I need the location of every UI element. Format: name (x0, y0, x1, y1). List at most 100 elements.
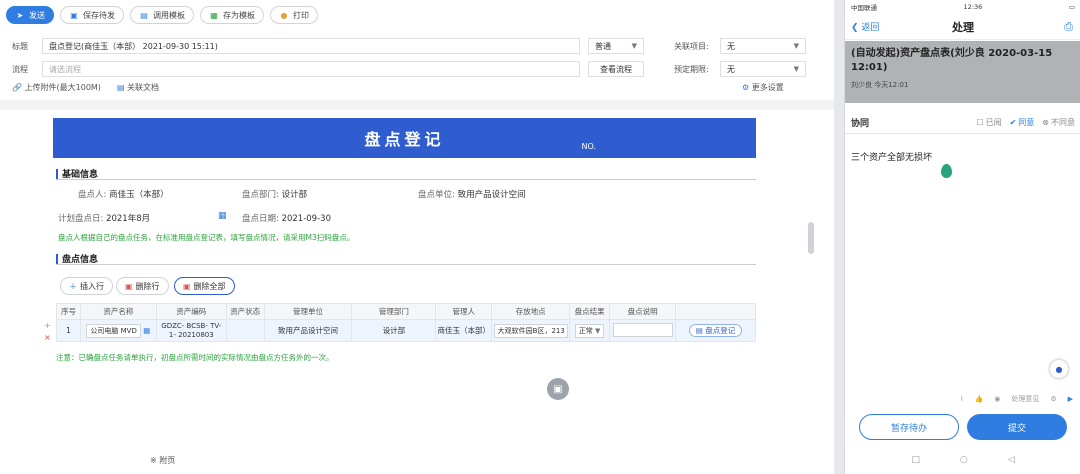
flow-label: 流程 (12, 64, 28, 74)
tab-disagree[interactable]: ⊗ 不同意 (1042, 117, 1075, 128)
doc-header: (自动发起)资产盘点表(刘少良 2020-03-15 12:01) 刘少良 今天… (845, 41, 1080, 103)
clock: 12:36 (963, 3, 983, 11)
comment-tools: ⌇ 👍 ◉ 处理意见 ⚙ ▶ (845, 392, 1080, 406)
inventory-unit: 盘点单位: 致用产品设计空间 (418, 190, 526, 200)
inventory-person: 盘点人: 商佳玉（本部） (78, 190, 169, 200)
insert-row-button[interactable]: ＋插入行 (60, 277, 113, 295)
chevron-down-icon: ▼ (595, 326, 601, 335)
deadline-select[interactable]: 无 ▼ (720, 61, 806, 77)
remove-row-icon[interactable]: × (44, 332, 51, 344)
cell-manager: 商佳玉（本部） (435, 319, 493, 342)
cell-result: 正常 ▼ (569, 319, 611, 342)
flow-input[interactable]: 请选流程 (42, 61, 580, 77)
floating-action-icon[interactable]: ▣ (547, 378, 569, 400)
chevron-left-icon: ❮ (851, 23, 859, 33)
view-flow-button[interactable]: 查看流程 (588, 61, 644, 77)
x-circle-icon: ⊗ (1042, 118, 1049, 127)
trash-icon: ▣ (183, 281, 191, 291)
result-select[interactable]: 正常 ▼ (574, 323, 605, 338)
chevron-down-icon: ▼ (793, 65, 799, 73)
inventory-register-button[interactable]: ▤ 盘点登记 (688, 324, 743, 337)
related-doc-link[interactable]: ▤ 关联文档 (117, 82, 159, 93)
print-button[interactable]: ● 打印 (270, 6, 318, 24)
opinion-tool[interactable]: 处理意见 (1011, 394, 1039, 404)
template-icon: ▤ (140, 10, 148, 20)
call-template-button[interactable]: ▤ 调用模板 (130, 6, 194, 24)
plus-icon: ＋ (69, 281, 77, 291)
form-title: 盘点登记 NO. (53, 118, 756, 158)
more-settings-link[interactable]: ⚙ 更多设置 (742, 82, 784, 93)
asset-name-input[interactable]: 公司电脑 MVD (86, 323, 141, 338)
panel-divider (834, 0, 844, 474)
submit-button[interactable]: 提交 (967, 414, 1067, 440)
title-row: 标题 盘点登记(商佳玉（本部） 2021-09-30 15:11) 普通 ▼ 关联… (12, 38, 806, 54)
mobile-nav: ❮ 返回 处理 ⎙ (845, 14, 1080, 40)
trash-icon: ▣ (125, 281, 133, 291)
col-mgmt-unit: 管理单位 (263, 303, 353, 320)
comment-text[interactable]: 三个资产全部无损坏 (851, 150, 932, 163)
print-icon[interactable]: ⎙ (1064, 20, 1073, 34)
opinion-label: 协同 (851, 119, 870, 129)
save-as-template-button[interactable]: ▦ 存为模板 (200, 6, 264, 24)
delete-all-button[interactable]: ▣ 删除全部 (174, 277, 235, 295)
desktop-form-panel: ➤ 发送 ▣ 保存待发 ▤ 调用模板 ▦ 存为模板 ● 打印 标题 盘点登记(商佳玉（本部… (0, 0, 834, 474)
hold-button[interactable]: 暂存待办 (859, 414, 959, 440)
title-label: 标题 (12, 41, 28, 51)
attachment-page-link[interactable]: ※ 附页 (150, 455, 175, 466)
mobile-panel: 中国联通 12:36 ▭ ❮ 返回 处理 ⎙ (自动发起)资产盘点表(刘少良 2… (844, 0, 1080, 474)
action-buttons: 暂存待办 提交 (845, 414, 1080, 440)
inventory-table: 序号 资产名称 资产编码 资产状态 管理单位 管理部门 管理人 存放地点 盘点结… (56, 303, 756, 342)
cell-location: 大观软件园B区，213 (491, 319, 571, 342)
location-input[interactable]: 大观软件园B区，213 (493, 323, 568, 338)
form-hint: 盘点人根据自己的盘点任务，在标准用盘点登记表，填写盘点情况，请采用M3扫码盘点。 (58, 233, 355, 242)
type-select[interactable]: 普通 ▼ (588, 38, 644, 54)
play-icon[interactable]: ▶ (1068, 395, 1073, 403)
cell-mgmt-unit: 致用产品设计空间 (263, 319, 353, 342)
attach-row: 🔗 上传附件(最大100M) ▤ 关联文档 (12, 82, 159, 93)
carrier: 中国联通 (851, 4, 877, 12)
cell-action: ▤ 盘点登记 (675, 319, 756, 342)
thumb-icon[interactable]: 👍 (975, 395, 984, 403)
doc-title: (自动发起)资产盘点表(刘少良 2020-03-15 12:01) (851, 48, 1053, 73)
doc-meta: 刘少良 今天12:01 (851, 81, 909, 89)
upload-attachment-link[interactable]: 🔗 上传附件(最大100M) (12, 82, 101, 93)
back-button[interactable]: ❮ 返回 (851, 20, 879, 33)
actual-time: 盘点日期: 2021-09-30 (242, 214, 331, 224)
row-controls: + × (44, 320, 51, 344)
plan-time: 计划盘点日: 2021年8月 (58, 214, 151, 224)
assistant-icon[interactable]: ● (1050, 360, 1068, 378)
add-row-icon[interactable]: + (44, 320, 51, 332)
settings-icon[interactable]: ⚙ (1050, 395, 1056, 403)
checkbox-icon: ☐ (976, 118, 984, 127)
table-note: 注意：已确盘点任务请单执行，初盘点所需时间的实际情况由盘点方任务外的一次。 (56, 353, 334, 362)
col-action (675, 303, 756, 320)
calendar-icon[interactable]: ▦ (218, 211, 227, 221)
chevron-down-icon: ▼ (631, 42, 637, 50)
paperclip-icon: 🔗 (12, 83, 22, 92)
triangle-back-icon[interactable]: ◁ (1008, 455, 1015, 465)
toolbar: ➤ 发送 ▣ 保存待发 ▤ 调用模板 ▦ 存为模板 ● 打印 (6, 6, 318, 26)
tab-agree[interactable]: ✔ 同意 (1010, 117, 1035, 128)
save-icon: ▣ (70, 10, 78, 20)
col-mgmt-dept: 管理部门 (351, 303, 437, 320)
system-nav-bar: □ ○ ◁ (845, 449, 1080, 471)
print-icon: ● (280, 10, 288, 20)
form-number: NO. (581, 142, 597, 151)
title-input[interactable]: 盘点登记(商佳玉（本部） 2021-09-30 15:11) (42, 38, 580, 54)
remark-input[interactable] (612, 322, 673, 337)
section-separator (0, 100, 834, 110)
col-asset-code: 资产编码 (155, 303, 227, 320)
scrollbar[interactable] (808, 222, 814, 254)
document-icon: ▤ (116, 83, 125, 92)
save-draft-button[interactable]: ▣ 保存待发 (60, 6, 124, 24)
circle-icon[interactable]: ○ (960, 455, 968, 465)
send-button[interactable]: ➤ 发送 (6, 6, 54, 24)
attach-icon[interactable]: ⌇ (960, 395, 963, 403)
battery-icon: ▭ (1068, 3, 1075, 11)
picker-icon[interactable]: ▦ (143, 326, 150, 335)
tab-read[interactable]: ☐ 已阅 (976, 117, 1001, 128)
eye-icon[interactable]: ◉ (994, 395, 1000, 403)
square-icon[interactable]: □ (911, 455, 920, 465)
delete-row-button[interactable]: ▣ 删除行 (116, 277, 169, 295)
related-project-select[interactable]: 无 ▼ (720, 38, 806, 54)
